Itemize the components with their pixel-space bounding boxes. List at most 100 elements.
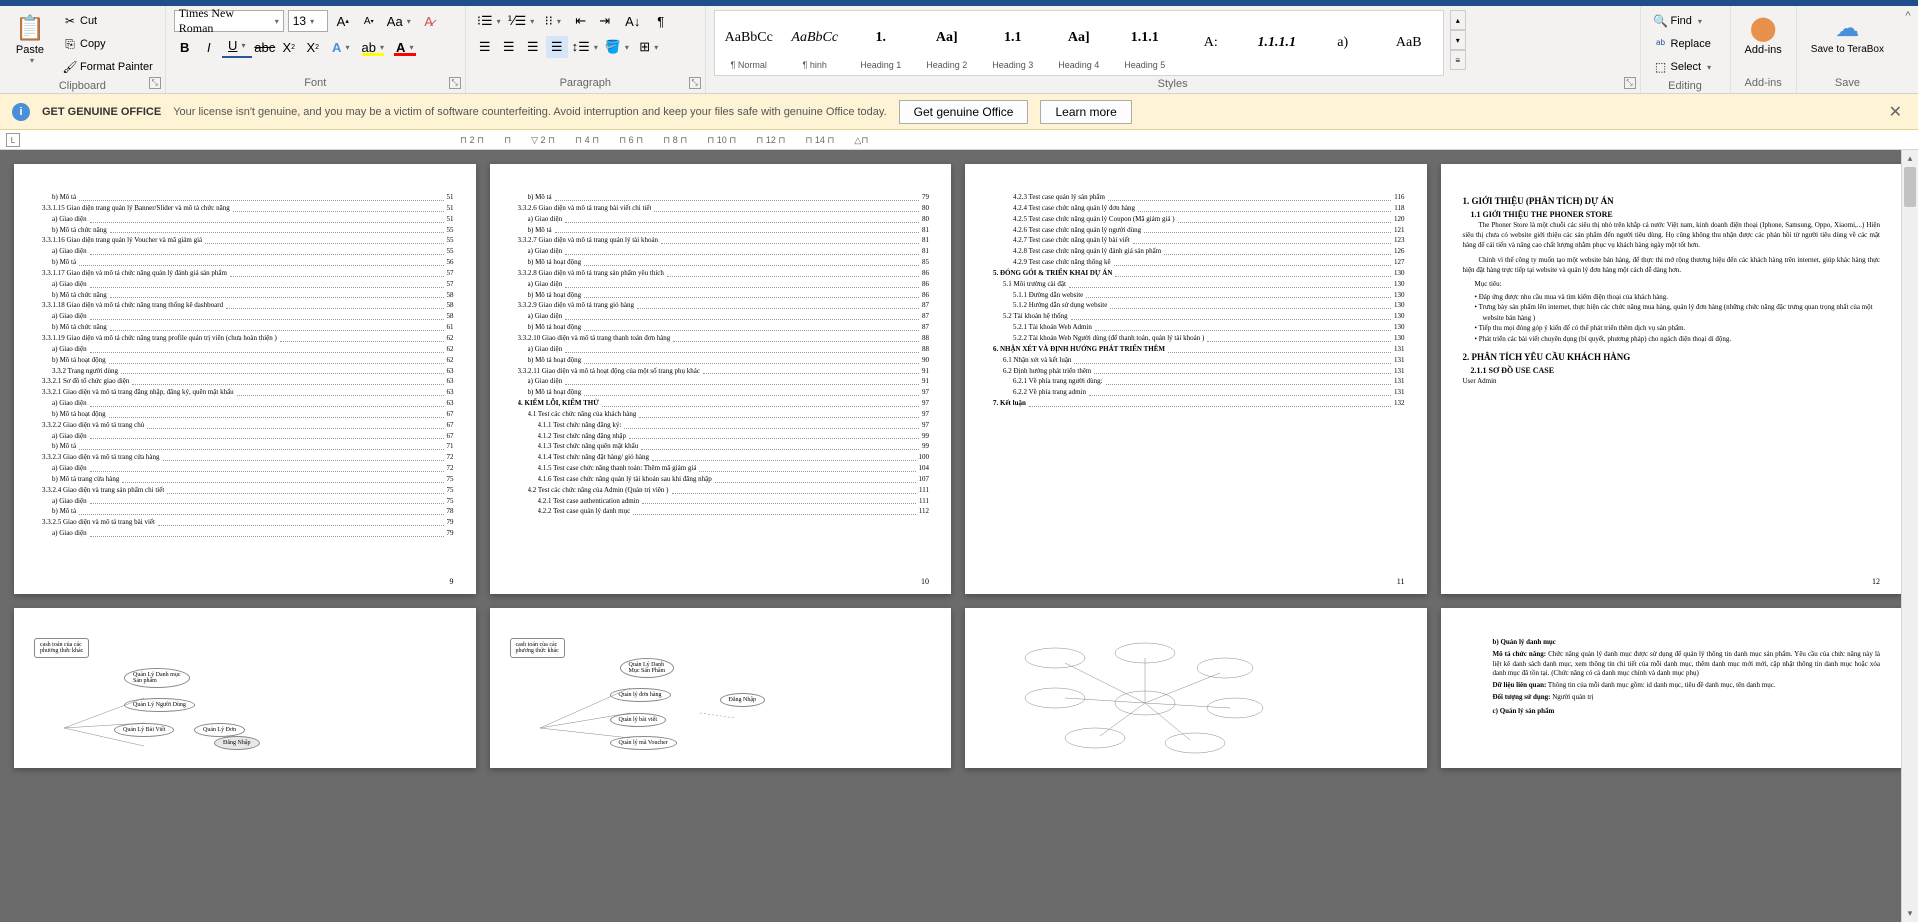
chevron-down-icon: ▾ [30,56,34,65]
justify-button[interactable]: ☰ [546,36,568,58]
save-terabox-button[interactable]: ☁ Save to TeraBox [1805,10,1890,57]
page-9[interactable]: b) Mô tả513.3.1.15 Giao diện trang quản … [14,164,476,594]
style-item[interactable]: AaBbCc¶ hinh [783,13,847,73]
bullets-button[interactable]: ⁝☰▾ [474,10,504,32]
group-addins: ⬤ Add-ins Add-ins [1731,6,1797,93]
style-item[interactable]: 1.1Heading 3 [981,13,1045,73]
style-item[interactable]: A: [1179,13,1243,73]
page-10[interactable]: b) Mô tả793.3.2.6 Giao diện và mô tả tra… [490,164,952,594]
borders-button[interactable]: ⊞▾ [634,36,664,58]
strikethrough-button[interactable]: abc [254,36,276,58]
line-spacing-button[interactable]: ↕☰▾ [570,36,600,58]
numbering-button[interactable]: ⅟☰▾ [506,10,536,32]
shrink-font-button[interactable]: A▾ [358,10,380,32]
document-canvas[interactable]: b) Mô tả513.3.1.15 Giao diện trang quản … [0,150,1918,922]
heading: 2. PHÂN TÍCH YÊU CẦU KHÁCH HÀNG [1463,352,1881,362]
tab-selector[interactable]: L [6,133,20,147]
editing-group-label: Editing [1649,78,1722,92]
replace-button[interactable]: ᵃᵇReplace [1649,33,1716,55]
superscript-button[interactable]: X2 [302,36,324,58]
align-center-button[interactable]: ☰ [498,36,520,58]
sort-button[interactable]: A↓ [618,10,648,32]
font-family-combo[interactable]: Times New Roman▾ [174,10,284,32]
ribbon: 📋 Paste ▾ ✂Cut ⎘Copy 🖌Format Painter Cli… [0,6,1918,94]
paragraph: Chức năng quản lý danh mục được sử dụng … [1493,650,1881,678]
info-icon: i [12,103,30,121]
format-painter-button[interactable]: 🖌Format Painter [58,56,157,78]
style-item[interactable]: 1.1.1.1 [1245,13,1309,73]
heading: 2.1.1 SƠ ĐỒ USE CASE [1471,366,1881,375]
page-14[interactable]: cash toán của cácphương thức khác Quản L… [490,608,952,768]
bold-button[interactable]: B [174,36,196,58]
shading-button[interactable]: 🪣▾ [602,36,632,58]
group-save: ☁ Save to TeraBox Save [1797,6,1898,93]
align-right-button[interactable]: ☰ [522,36,544,58]
font-dialog-launcher[interactable]: ⤡ [449,77,461,89]
style-item[interactable]: AaB [1377,13,1441,73]
font-size-value: 13 [293,14,306,28]
collapse-ribbon-icon[interactable]: ^ [1905,10,1910,22]
styles-dialog-launcher[interactable]: ⤡ [1624,77,1636,89]
underline-button[interactable]: U▾ [222,36,252,58]
page-11[interactable]: 4.2.3 Test case quản lý sản phẩm1164.2.4… [965,164,1427,594]
paste-button[interactable]: 📋 Paste ▾ [8,10,52,67]
clipboard-dialog-launcher[interactable]: ⤡ [149,77,161,89]
scroll-thumb[interactable] [1904,167,1916,207]
highlight-button[interactable]: ab▾ [358,36,388,58]
styles-scroll-up[interactable]: ▴ [1450,10,1466,30]
learn-more-button[interactable]: Learn more [1040,100,1131,124]
show-marks-button[interactable]: ¶ [650,10,672,32]
chevron-down-icon: ▾ [275,17,279,26]
cut-label: Cut [80,15,97,27]
italic-button[interactable]: I [198,36,220,58]
style-item[interactable]: Aa]Heading 4 [1047,13,1111,73]
find-button[interactable]: 🔍Find▾ [1649,10,1716,32]
page-13[interactable]: cash toán của cácphương thức khác Quản L… [14,608,476,768]
font-size-combo[interactable]: 13 ▾ [288,10,328,32]
page-15[interactable] [965,608,1427,768]
paragraph: Thông tin của mỗi danh mục gồm: id danh … [1546,681,1775,689]
style-item[interactable]: 1.Heading 1 [849,13,913,73]
scroll-up-button[interactable]: ▴ [1902,150,1918,167]
grow-font-button[interactable]: A▴ [332,10,354,32]
ruler[interactable]: L ⊓ 2 ⊓⊓▽ 2 ⊓⊓ 4 ⊓⊓ 6 ⊓⊓ 8 ⊓⊓ 10 ⊓⊓ 12 ⊓… [0,130,1918,150]
change-case-button[interactable]: Aa▾ [384,10,414,32]
text-effects-button[interactable]: A▾ [326,36,356,58]
vertical-scrollbar[interactable]: ▴ ▾ [1901,150,1918,922]
clear-formatting-button[interactable]: A̷ [418,10,440,32]
style-item[interactable]: 1.1.1Heading 5 [1113,13,1177,73]
subscript-button[interactable]: X2 [278,36,300,58]
styles-expand[interactable]: ≡ [1450,50,1466,70]
style-item[interactable]: Aa]Heading 2 [915,13,979,73]
font-color-button[interactable]: A▾ [390,36,420,58]
horizontal-ruler[interactable]: ⊓ 2 ⊓⊓▽ 2 ⊓⊓ 4 ⊓⊓ 6 ⊓⊓ 8 ⊓⊓ 10 ⊓⊓ 12 ⊓⊓ … [460,130,868,150]
styles-gallery[interactable]: AaBbCc¶ NormalAaBbCc¶ hinh1.Heading 1Aa]… [714,10,1444,76]
page-16[interactable]: b) Quản lý danh mục Mô tả chức năng: Chứ… [1441,608,1903,768]
paste-icon: 📋 [14,12,46,44]
paste-label: Paste [16,44,44,56]
increase-indent-button[interactable]: ⇥ [594,10,616,32]
get-genuine-button[interactable]: Get genuine Office [899,100,1029,124]
multilevel-button[interactable]: ⁝⁝▾ [538,10,568,32]
paragraph-dialog-launcher[interactable]: ⤡ [689,77,701,89]
group-font: Times New Roman▾ 13 ▾ A▴ A▾ Aa▾ A̷ B I U▾… [166,6,466,93]
addins-button[interactable]: ⬤ Add-ins [1739,10,1788,58]
select-button[interactable]: ⬚Select▾ [1649,56,1716,78]
cut-button[interactable]: ✂Cut [58,10,157,32]
addins-label: Add-ins [1745,44,1782,56]
style-item[interactable]: AaBbCc¶ Normal [717,13,781,73]
label: Mô tả chức năng: [1493,650,1547,658]
decrease-indent-button[interactable]: ⇤ [570,10,592,32]
chevron-down-icon: ▾ [310,17,314,26]
close-warning-button[interactable]: ✕ [1885,98,1906,126]
paragraph: The Phoner Store là một chuỗi các siêu t… [1463,221,1881,250]
styles-scroll-down[interactable]: ▾ [1450,30,1466,50]
scroll-down-button[interactable]: ▾ [1902,905,1918,922]
select-icon: ⬚ [1653,59,1669,75]
align-left-button[interactable]: ☰ [474,36,496,58]
copy-button[interactable]: ⎘Copy [58,33,157,55]
page-12[interactable]: 1. GIỚI THIỆU (PHÂN TÍCH) DỰ ÁN 1.1 GIỚI… [1441,164,1903,594]
heading: b) Quản lý danh mục [1493,638,1556,646]
label: Dữ liệu liên quan: [1493,681,1547,689]
style-item[interactable]: a) [1311,13,1375,73]
